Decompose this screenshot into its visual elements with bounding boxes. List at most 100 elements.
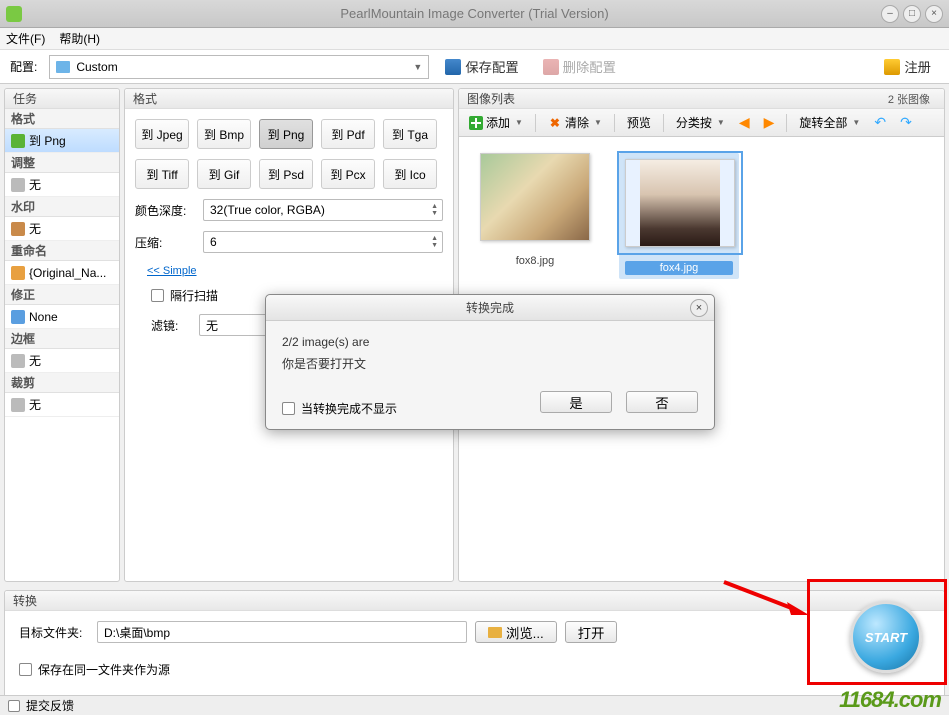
open-button[interactable]: 打开	[565, 621, 618, 643]
feedback-link[interactable]: 提交反馈	[26, 697, 74, 714]
delete-config-label: 删除配置	[563, 57, 616, 76]
save-config-label: 保存配置	[465, 57, 518, 76]
chevron-down-icon: ▼	[717, 118, 725, 127]
compression-select[interactable]: 6 ▲▼	[203, 231, 443, 253]
chevron-down-icon: ▼	[594, 118, 602, 127]
color-depth-label: 颜色深度:	[135, 202, 195, 219]
format-button[interactable]: 到 Gif	[197, 159, 251, 189]
task-icon	[11, 178, 25, 192]
menu-help[interactable]: 帮助(H)	[59, 30, 100, 47]
format-button[interactable]: 到 Tga	[383, 119, 437, 149]
format-button[interactable]: 到 Bmp	[197, 119, 251, 149]
thumbnail[interactable]: fox8.jpg	[475, 153, 595, 267]
task-item[interactable]: 无	[5, 173, 119, 197]
dont-show-checkbox[interactable]	[282, 402, 295, 415]
task-item-label: {Original_Na...	[29, 266, 106, 280]
format-button[interactable]: 到 Png	[259, 119, 313, 149]
close-button[interactable]: ×	[925, 5, 943, 23]
dialog-line1: 2/2 image(s) are	[282, 335, 698, 349]
folder-icon	[56, 61, 70, 73]
no-button[interactable]: 否	[626, 391, 698, 413]
color-depth-value: 32(True color, RGBA)	[210, 203, 325, 217]
task-sidebar: 任务 格式到 Png调整无水印无重命名{Original_Na...修正None…	[4, 88, 120, 582]
add-button[interactable]: 添加▼	[465, 112, 527, 133]
watermark: 11684.com	[839, 687, 941, 713]
save-config-button[interactable]: 保存配置	[437, 55, 526, 79]
rotate-right-icon: ↷	[900, 114, 912, 131]
image-list-header: 图像列表	[467, 90, 515, 107]
task-group-header: 格式	[5, 109, 119, 129]
window-title: PearlMountain Image Converter (Trial Ver…	[340, 6, 608, 21]
rotate-left-button[interactable]: ↶	[870, 112, 890, 133]
delete-icon	[543, 59, 559, 75]
task-item-label: 到 Png	[29, 132, 66, 149]
key-icon	[884, 59, 900, 75]
filter-value: 无	[206, 317, 218, 334]
arrow-left-icon: ◀	[739, 114, 750, 131]
yes-button[interactable]: 是	[540, 391, 612, 413]
task-icon	[11, 354, 25, 368]
folder-icon	[488, 627, 502, 638]
task-icon	[11, 398, 25, 412]
dest-path-input[interactable]: D:\桌面\bmp	[97, 621, 467, 643]
maximize-button[interactable]: □	[903, 5, 921, 23]
format-header: 格式	[125, 89, 453, 109]
format-button[interactable]: 到 Psd	[259, 159, 313, 189]
sort-button[interactable]: 分类按▼	[672, 112, 729, 133]
prev-button[interactable]: ◀	[735, 112, 754, 133]
format-button[interactable]: 到 Pdf	[321, 119, 375, 149]
config-toolbar: 配置: Custom ▼ 保存配置 删除配置 注册	[0, 50, 949, 84]
task-item[interactable]: 无	[5, 393, 119, 417]
task-group-header: 边框	[5, 329, 119, 349]
task-item[interactable]: {Original_Na...	[5, 261, 119, 285]
task-item-label: None	[29, 310, 58, 324]
color-depth-select[interactable]: 32(True color, RGBA) ▲▼	[203, 199, 443, 221]
thumbnail-image	[480, 153, 590, 241]
spinner-icon: ▲▼	[431, 203, 438, 217]
interlace-label: 隔行扫描	[170, 287, 218, 304]
dialog-title: 转换完成	[466, 299, 514, 316]
titlebar: PearlMountain Image Converter (Trial Ver…	[0, 0, 949, 28]
image-toolbar: 添加▼ ✖清除▼ 预览 分类按▼ ◀ ▶ 旋转全部▼ ↶ ↷	[459, 109, 944, 137]
format-button[interactable]: 到 Tiff	[135, 159, 189, 189]
menu-file[interactable]: 文件(F)	[6, 30, 45, 47]
task-item[interactable]: 无	[5, 217, 119, 241]
minimize-button[interactable]: –	[881, 5, 899, 23]
preview-button[interactable]: 预览	[623, 112, 655, 133]
browse-button[interactable]: 浏览...	[475, 621, 557, 643]
chevron-down-icon: ▼	[852, 118, 860, 127]
task-item-label: 无	[29, 176, 41, 193]
thumbnail[interactable]: fox4.jpg	[619, 153, 739, 279]
simple-link[interactable]: << Simple	[147, 265, 197, 277]
task-item[interactable]: 到 Png	[5, 129, 119, 153]
save-same-checkbox[interactable]	[19, 663, 32, 676]
rotate-left-icon: ↶	[874, 114, 886, 131]
task-icon	[11, 310, 25, 324]
rotate-right-button[interactable]: ↷	[896, 112, 916, 133]
clear-button[interactable]: ✖清除▼	[544, 112, 606, 133]
task-item-label: 无	[29, 352, 41, 369]
task-group-header: 水印	[5, 197, 119, 217]
task-icon	[11, 266, 25, 280]
task-item[interactable]: 无	[5, 349, 119, 373]
preset-value: Custom	[76, 60, 117, 74]
rotate-button[interactable]: 旋转全部▼	[795, 112, 864, 133]
format-button[interactable]: 到 Ico	[383, 159, 437, 189]
menubar: 文件(F) 帮助(H)	[0, 28, 949, 50]
filter-label: 滤镜:	[151, 317, 191, 334]
feedback-icon	[8, 700, 20, 712]
format-button[interactable]: 到 Pcx	[321, 159, 375, 189]
delete-config-button[interactable]: 删除配置	[535, 55, 624, 79]
chevron-down-icon: ▼	[515, 118, 523, 127]
task-group-header: 裁剪	[5, 373, 119, 393]
task-group-header: 调整	[5, 153, 119, 173]
convert-header: 转换	[5, 591, 944, 611]
task-item[interactable]: None	[5, 305, 119, 329]
format-button[interactable]: 到 Jpeg	[135, 119, 189, 149]
start-button[interactable]: START	[850, 601, 922, 673]
interlace-checkbox[interactable]	[151, 289, 164, 302]
preset-select[interactable]: Custom ▼	[49, 55, 429, 79]
next-button[interactable]: ▶	[760, 112, 779, 133]
register-button[interactable]: 注册	[876, 55, 939, 79]
dialog-close-button[interactable]: ×	[690, 299, 708, 317]
